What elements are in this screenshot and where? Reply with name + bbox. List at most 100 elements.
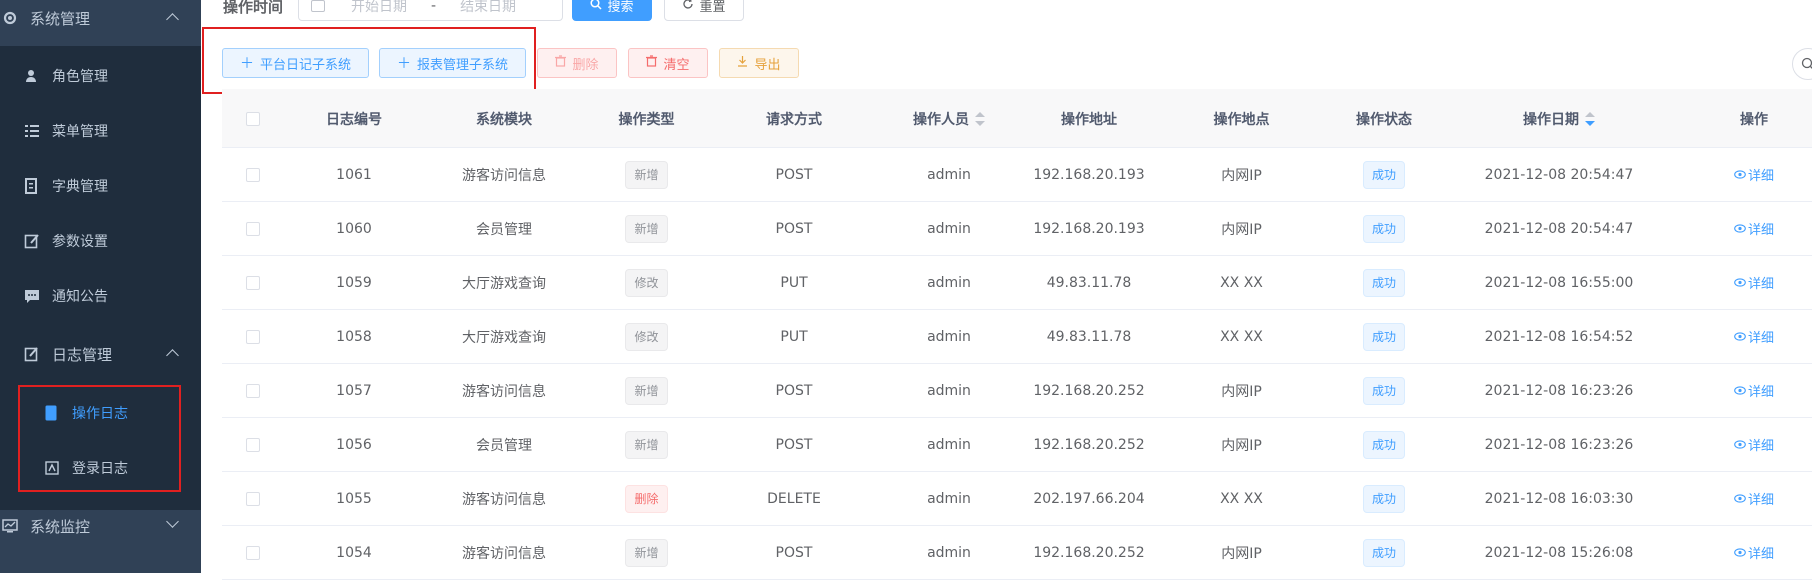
row-select-cell[interactable]: [222, 148, 284, 201]
col-oper-name-header[interactable]: 操作人员: [879, 89, 1019, 148]
detail-button[interactable]: 详细: [1734, 381, 1774, 400]
col-oper-type: 操作类型: [618, 111, 675, 128]
menu-monitor[interactable]: 系统监控: [0, 498, 201, 554]
monitor-icon: [2, 518, 18, 534]
col-oper-name: 操作人员: [913, 111, 969, 128]
delete-button[interactable]: 删除: [537, 48, 617, 78]
search-toggle-button[interactable]: [1792, 48, 1812, 80]
cell-oper-ip: 49.83.11.78: [1046, 274, 1132, 291]
row-select-cell[interactable]: [222, 526, 284, 579]
trash-icon: [646, 55, 658, 71]
tree-table-icon: [24, 123, 40, 139]
cell-actions: 详细: [1674, 202, 1812, 255]
sidebar-item-label: 通知公告: [52, 289, 108, 305]
cell-status: 成功: [1324, 256, 1444, 309]
row-select-cell[interactable]: [222, 202, 284, 255]
oper-type-tag: 新增: [625, 538, 668, 567]
cell-status: 成功: [1324, 202, 1444, 255]
cell-log-id: 1054: [336, 544, 372, 561]
row-select-cell[interactable]: [222, 472, 284, 525]
menu-log-label: 日志管理: [52, 345, 113, 364]
cell-method: POST: [775, 220, 813, 237]
oper-type-tag: 修改: [625, 322, 668, 351]
sidebar-item-notice[interactable]: 通知公告: [0, 268, 201, 324]
oper-log-table: 日志编号 系统模块 操作类型 请求方式 操作人员 操作地址 操作地点 操作状态 …: [222, 89, 1812, 580]
trash-icon: [555, 55, 567, 71]
message-icon: [24, 288, 40, 304]
search-button-label: 搜索: [607, 0, 634, 15]
row-checkbox[interactable]: [246, 275, 260, 290]
cell-oper-ip: 192.168.20.252: [1033, 436, 1145, 453]
sort-icon[interactable]: [975, 111, 985, 126]
oper-type-tag: 新增: [625, 430, 668, 459]
cell-status: 成功: [1324, 364, 1444, 417]
cell-oper-location: 内网IP: [1221, 167, 1262, 184]
row-checkbox[interactable]: [246, 491, 260, 506]
clear-button[interactable]: 清空: [628, 48, 708, 78]
row-checkbox[interactable]: [246, 437, 260, 452]
start-date-input[interactable]: 开始日期: [351, 0, 407, 16]
col-oper-time-header[interactable]: 操作日期: [1444, 89, 1674, 148]
detail-button-label: 详细: [1747, 493, 1774, 508]
col-method: 请求方式: [766, 111, 822, 128]
oper-type-tag: 新增: [625, 160, 668, 189]
sort-icon[interactable]: [1585, 111, 1595, 126]
sidebar-item-menu[interactable]: 菜单管理: [0, 103, 201, 159]
row-checkbox[interactable]: [246, 383, 260, 398]
status-badge: 成功: [1362, 322, 1405, 351]
view-icon: [1734, 548, 1746, 557]
detail-button[interactable]: 详细: [1734, 489, 1774, 508]
menu-log[interactable]: 日志管理: [0, 326, 201, 382]
row-checkbox[interactable]: [246, 545, 260, 560]
cell-module: 游客访问信息: [462, 383, 546, 400]
row-checkbox[interactable]: [246, 221, 260, 236]
table-row: 1057 游客访问信息 新增 POST admin 192.168.20.252 内网IP 成…: [222, 364, 1812, 418]
cell-oper-ip: 49.83.11.78: [1046, 328, 1132, 345]
row-checkbox[interactable]: [246, 167, 260, 182]
oper-type-tag: 新增: [625, 214, 668, 243]
menu-system-label: 系统管理: [30, 9, 91, 28]
row-select-cell[interactable]: [222, 310, 284, 363]
export-button[interactable]: 导出: [719, 48, 799, 78]
row-select-cell[interactable]: [222, 364, 284, 417]
sidebar-item-dict[interactable]: 字典管理: [0, 158, 201, 214]
detail-button[interactable]: 详细: [1734, 273, 1774, 292]
sidebar-item-role[interactable]: 角色管理: [0, 48, 201, 104]
status-badge: 成功: [1362, 160, 1405, 189]
row-select-cell[interactable]: [222, 256, 284, 309]
oper-type-tag: 新增: [625, 376, 668, 405]
reset-button-label: 重置: [699, 0, 726, 15]
detail-button[interactable]: 详细: [1734, 165, 1774, 184]
search-button[interactable]: 搜索: [572, 0, 652, 21]
date-range-picker[interactable]: 开始日期 - 结束日期: [298, 0, 563, 21]
cell-status: 成功: [1324, 418, 1444, 471]
cell-log-id: 1061: [336, 166, 372, 183]
cell-oper-time: 2021-12-08 16:03:30: [1484, 490, 1634, 507]
cell-module: 大厅游戏查询: [462, 329, 546, 346]
cell-oper-name: admin: [927, 544, 971, 561]
detail-button[interactable]: 详细: [1734, 543, 1774, 562]
detail-button[interactable]: 详细: [1734, 327, 1774, 346]
highlight-box: [202, 27, 536, 94]
end-date-input[interactable]: 结束日期: [460, 0, 516, 16]
reset-button[interactable]: 重置: [664, 0, 744, 21]
row-select-cell[interactable]: [222, 418, 284, 471]
menu-system[interactable]: 系统管理: [0, 0, 201, 46]
detail-button-label: 详细: [1747, 331, 1774, 346]
view-icon: [1734, 494, 1746, 503]
cell-oper-time: 2021-12-08 20:54:47: [1484, 166, 1634, 183]
select-all-checkbox[interactable]: [246, 111, 260, 126]
cell-actions: 详细: [1674, 256, 1812, 309]
search-label: 操作时间: [223, 0, 284, 16]
cell-oper-name: admin: [927, 166, 971, 183]
cell-oper-location: XX XX: [1220, 274, 1263, 291]
detail-button[interactable]: 详细: [1734, 435, 1774, 454]
table-row: 1059 大厅游戏查询 修改 PUT admin 49.83.11.78 XX XX 成功 20…: [222, 256, 1812, 310]
select-all-cell[interactable]: [222, 89, 284, 148]
detail-button-label: 详细: [1747, 169, 1774, 184]
cell-oper-location: 内网IP: [1221, 545, 1262, 562]
row-checkbox[interactable]: [246, 329, 260, 344]
cell-actions: 详细: [1674, 148, 1812, 201]
detail-button[interactable]: 详细: [1734, 219, 1774, 238]
sidebar-item-config[interactable]: 参数设置: [0, 213, 201, 269]
